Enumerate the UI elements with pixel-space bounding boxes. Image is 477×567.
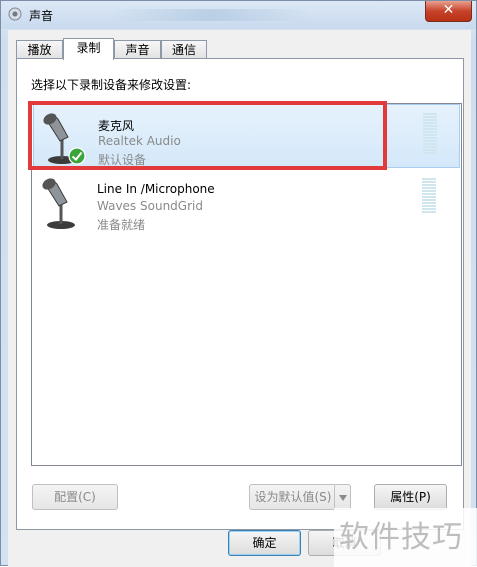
sound-dialog: 声音 ✕ 播放 录制 声音 通信 选择以下录制设备来修改设置: 麦克风 Real… <box>0 0 477 567</box>
ok-button[interactable]: 确定 <box>228 530 301 556</box>
set-default-dropdown[interactable] <box>334 484 351 510</box>
device-name: Line In /Microphone <box>97 182 215 196</box>
configure-button[interactable]: 配置(C) <box>32 484 118 510</box>
device-status: 准备就绪 <box>97 218 146 232</box>
window-title: 声音 <box>29 9 54 23</box>
annotation-highlight <box>28 101 387 170</box>
tab-sounds[interactable]: 声音 <box>114 40 161 58</box>
chevron-down-icon <box>338 495 347 501</box>
level-meter <box>423 113 437 155</box>
tab-playback[interactable]: 播放 <box>16 40 63 58</box>
device-driver: Waves SoundGrid <box>97 199 203 213</box>
title-bar-blur <box>111 9 311 21</box>
properties-button[interactable]: 属性(P) <box>374 484 447 510</box>
tab-recording[interactable]: 录制 <box>63 38 114 60</box>
instruction-text: 选择以下录制设备来修改设置: <box>31 78 192 92</box>
title-bar[interactable]: 声音 ✕ <box>1 1 476 29</box>
tab-communications[interactable]: 通信 <box>161 40 207 58</box>
speaker-icon <box>8 7 22 21</box>
set-default-button[interactable]: 设为默认值(S) <box>249 484 337 510</box>
level-meter <box>422 178 436 214</box>
watermark-text: 软件技巧 <box>339 520 463 555</box>
close-button[interactable]: ✕ <box>425 1 472 22</box>
watermark: 软件技巧 <box>334 508 477 567</box>
device-item-line-in[interactable]: Line In /Microphone Waves SoundGrid 准备就绪 <box>33 170 460 234</box>
microphone-icon <box>42 178 75 229</box>
